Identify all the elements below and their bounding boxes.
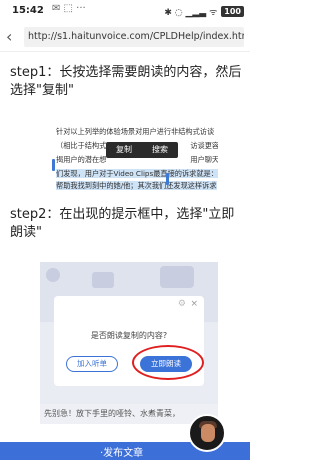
doc-line-head: （相比于结构式 xyxy=(56,141,107,150)
read-dialog: ⚙ × 是否朗读复制的内容? 加入听单 立即朗读 xyxy=(54,296,204,386)
doc-line-head: 揭用户的潜在想 xyxy=(56,155,107,164)
menu-search[interactable]: 搜索 xyxy=(142,142,178,158)
url-field[interactable]: http://s1.haitunvoice.com/CPLDHelp/index… xyxy=(24,27,244,47)
notification-icons: ✉ ⬚ ··· xyxy=(52,3,86,14)
status-right: ✱ ◌ ▁▂▃ ᯤ 100 xyxy=(164,5,244,18)
selection-handle-right[interactable] xyxy=(166,173,169,185)
avatar-face xyxy=(201,424,215,442)
status-bar: 15:42 ✉ ⬚ ··· ✱ ◌ ▁▂▃ ᯤ 100 xyxy=(0,0,250,22)
status-time: 15:42 xyxy=(12,5,44,16)
doc-line-selected: 帮助我找到刻中的她/他；其次我们还发现这样诉求 xyxy=(56,181,217,190)
back-chevron-icon[interactable]: ‹ xyxy=(6,27,22,47)
screenshot-read-dialog: ⚙ × 是否朗读复制的内容? 加入听单 立即朗读 先别急！放下手里的哑铃、水煮青… xyxy=(40,262,218,424)
decor-illustration xyxy=(160,266,194,288)
screenshot-text-selection: 针对以上列举的体验场景对用户进行非结构式访谈 （相比于结构式 访谈更容易挖 揭用户… xyxy=(48,125,218,193)
doc-line-selected: 们发现，用户对于Video Clips最直接的诉求就是： xyxy=(56,169,218,178)
selection-handle-left[interactable] xyxy=(52,159,55,171)
step2-instruction: step2：在出现的提示框中，选择"立即朗读" xyxy=(10,207,235,240)
browser-toolbar: ‹ http://s1.haitunvoice.com/CPLDHelp/ind… xyxy=(0,22,250,52)
menu-copy[interactable]: 复制 xyxy=(106,142,142,158)
doc-line-tail: 访谈更容易挖 xyxy=(190,141,218,150)
publish-label: ·发布文章 xyxy=(100,448,144,459)
doc-line-tail: 用户聊天中，我 xyxy=(190,155,218,164)
battery-icon: 100 xyxy=(221,6,244,17)
signal-icons: ✱ ◌ ▁▂▃ ᯤ xyxy=(164,8,218,18)
dialog-title: 是否朗读复制的内容? xyxy=(90,331,168,340)
doc-line: 针对以上列举的体验场景对用户进行非结构式访谈 xyxy=(56,127,215,136)
settings-icon[interactable]: ⚙ xyxy=(178,299,186,309)
close-icon[interactable]: × xyxy=(190,299,198,309)
decor-circle xyxy=(46,268,60,282)
decor-illustration xyxy=(92,272,114,288)
highlight-circle xyxy=(132,345,204,380)
avatar[interactable] xyxy=(188,414,226,452)
step1-instruction: step1：长按选择需要朗读的内容，然后选择"复制" xyxy=(10,65,242,98)
add-to-playlist-button[interactable]: 加入听单 xyxy=(66,356,118,372)
context-menu: 复制 搜索 xyxy=(106,142,178,158)
